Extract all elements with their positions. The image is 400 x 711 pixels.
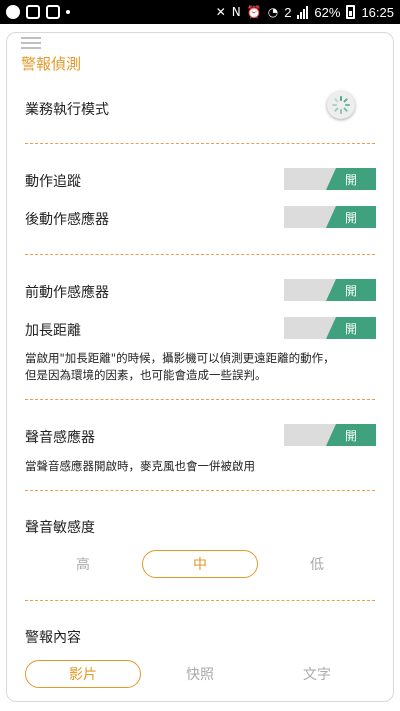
alert-content-option-text[interactable]: 文字 bbox=[259, 660, 375, 688]
notification-app-icon bbox=[6, 5, 20, 19]
rear-motion-sensor-label: 後動作感應器 bbox=[25, 212, 109, 228]
status-bar-left bbox=[6, 5, 70, 19]
extend-distance-description-line1: 當啟用"加長距離"的時候，攝影機可以偵測更遠距離的動作， bbox=[25, 351, 335, 365]
loading-spinner-icon[interactable] bbox=[327, 91, 355, 119]
divider bbox=[25, 600, 375, 601]
extend-distance-description-line2: 但是因為環境的因素，也可能會造成一些誤判。 bbox=[25, 368, 267, 382]
more-notifications-dot-icon bbox=[66, 10, 70, 14]
motion-tracking-label: 動作追蹤 bbox=[25, 174, 81, 190]
page-title: 警報偵測 bbox=[21, 55, 82, 73]
battery-percent: 62% bbox=[314, 4, 341, 20]
sound-sensor-label: 聲音感應器 bbox=[25, 430, 95, 446]
toggle-on-label: 開 bbox=[326, 206, 376, 228]
sim-badge: 2 bbox=[284, 4, 292, 20]
screenshot-notification-icon bbox=[46, 5, 60, 19]
sensitivity-option-medium[interactable]: 中 bbox=[142, 550, 258, 578]
alert-content-label: 警報內容 bbox=[25, 630, 81, 646]
rear-motion-sensor-toggle[interactable]: 開 bbox=[284, 206, 376, 228]
sensitivity-option-low[interactable]: 低 bbox=[259, 550, 375, 578]
alarm-icon: ⏰ bbox=[246, 5, 262, 19]
signal-icon bbox=[297, 5, 309, 19]
extend-distance-toggle[interactable]: 開 bbox=[284, 317, 376, 339]
alert-content-option-snapshot[interactable]: 快照 bbox=[142, 660, 258, 688]
extend-distance-description: 當啟用"加長距離"的時候，攝影機可以偵測更遠距離的動作， 但是因為環境的因素，也… bbox=[25, 350, 379, 384]
battery-icon bbox=[346, 5, 356, 19]
motion-tracking-toggle[interactable]: 開 bbox=[284, 168, 376, 190]
divider bbox=[25, 143, 375, 144]
mute-icon: ✕ bbox=[215, 5, 226, 19]
toggle-on-label: 開 bbox=[326, 424, 376, 446]
alert-detection-card: 警報偵測 業務執行模式 動作追蹤 開 後動作感應器 開 前動作感應器 開 加長距… bbox=[6, 32, 394, 702]
alert-content-option-video[interactable]: 影片 bbox=[25, 660, 141, 688]
divider bbox=[25, 399, 375, 400]
toggle-on-label: 開 bbox=[326, 279, 376, 301]
divider bbox=[25, 254, 375, 255]
sound-sensor-toggle[interactable]: 開 bbox=[284, 424, 376, 446]
toggle-on-label: 開 bbox=[326, 317, 376, 339]
menu-icon[interactable] bbox=[21, 37, 41, 49]
status-bar-right: ✕ N ⏰ ◔ 2 62% 16:25 bbox=[216, 5, 394, 20]
nfc-icon: N bbox=[231, 5, 241, 19]
sound-sensor-description: 當聲音感應器開啟時，麥克風也會一併被啟用 bbox=[25, 459, 255, 473]
gallery-notification-icon bbox=[26, 5, 40, 19]
front-motion-sensor-toggle[interactable]: 開 bbox=[284, 279, 376, 301]
toggle-on-label: 開 bbox=[326, 168, 376, 190]
wifi-icon: ◔ bbox=[267, 5, 279, 19]
sensitivity-option-high[interactable]: 高 bbox=[25, 550, 141, 578]
clock: 16:25 bbox=[361, 4, 394, 20]
sound-sensitivity-label: 聲音敏感度 bbox=[25, 520, 95, 536]
divider bbox=[25, 490, 375, 491]
front-motion-sensor-label: 前動作感應器 bbox=[25, 285, 109, 301]
extend-distance-label: 加長距離 bbox=[25, 323, 81, 339]
status-bar: ✕ N ⏰ ◔ 2 62% 16:25 bbox=[0, 0, 400, 24]
business-mode-label: 業務執行模式 bbox=[25, 102, 109, 118]
